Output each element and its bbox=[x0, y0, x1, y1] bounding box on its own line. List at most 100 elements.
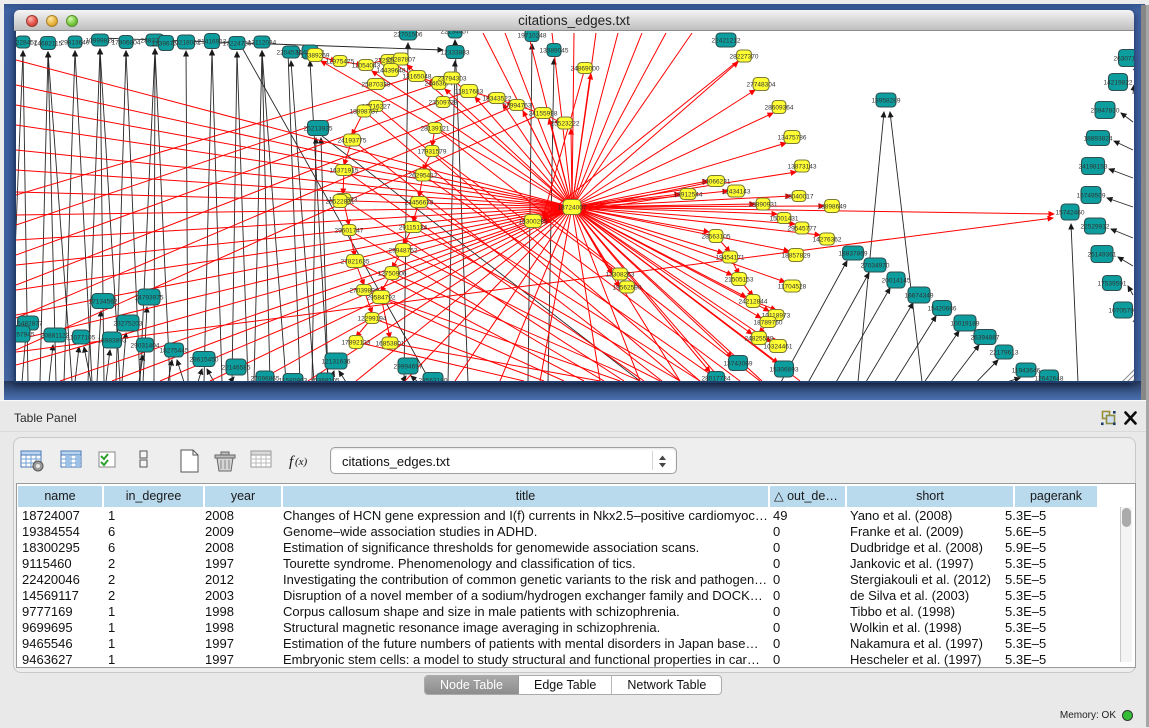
svg-text:16371915: 16371915 bbox=[330, 168, 359, 175]
svg-text:25947830: 25947830 bbox=[1091, 108, 1120, 115]
svg-text:27994763: 27994763 bbox=[503, 103, 532, 110]
svg-text:15420686: 15420686 bbox=[928, 306, 957, 313]
svg-text:18898649: 18898649 bbox=[818, 204, 847, 211]
svg-text:28040017: 28040017 bbox=[785, 194, 814, 201]
svg-text:21505153: 21505153 bbox=[725, 277, 754, 284]
svg-text:18912544: 18912544 bbox=[674, 192, 703, 199]
svg-text:16853801: 16853801 bbox=[376, 341, 405, 348]
svg-text:26295412: 26295412 bbox=[409, 173, 438, 180]
svg-text:20881122: 20881122 bbox=[41, 333, 70, 340]
svg-text:15742460: 15742460 bbox=[1056, 210, 1085, 217]
svg-text:12299194: 12299194 bbox=[358, 316, 387, 323]
svg-text:14276362: 14276362 bbox=[813, 237, 842, 244]
svg-text:17892133: 17892133 bbox=[342, 340, 371, 347]
svg-text:10705792: 10705792 bbox=[1109, 308, 1134, 315]
svg-text:18789760: 18789760 bbox=[754, 320, 783, 327]
svg-text:29948752: 29948752 bbox=[389, 248, 418, 255]
svg-text:23794303: 23794303 bbox=[438, 76, 467, 83]
svg-text:11580963: 11580963 bbox=[279, 378, 308, 382]
svg-text:13165048: 13165048 bbox=[403, 74, 432, 81]
svg-text:13112034: 13112034 bbox=[248, 40, 277, 47]
svg-text:10218062: 10218062 bbox=[172, 40, 201, 47]
svg-text:18300295: 18300295 bbox=[519, 219, 548, 226]
svg-text:18343522: 18343522 bbox=[483, 96, 512, 103]
svg-text:23456679: 23456679 bbox=[405, 200, 434, 207]
svg-text:22529912: 22529912 bbox=[1081, 224, 1110, 231]
svg-text:11077105: 11077105 bbox=[67, 335, 96, 342]
svg-text:25523222: 25523222 bbox=[551, 121, 580, 128]
svg-text:29031404: 29031404 bbox=[131, 343, 160, 350]
svg-text:12434143: 12434143 bbox=[722, 189, 751, 196]
svg-text:14793975: 14793975 bbox=[135, 295, 164, 302]
svg-text:28609364: 28609364 bbox=[765, 105, 794, 112]
svg-text:27096865: 27096865 bbox=[251, 376, 280, 382]
svg-text:12750906: 12750906 bbox=[378, 271, 407, 278]
svg-text:25870338: 25870338 bbox=[362, 82, 391, 89]
svg-text:22179613: 22179613 bbox=[990, 350, 1019, 357]
svg-text:16749509: 16749509 bbox=[1077, 193, 1106, 200]
svg-text:28563180: 28563180 bbox=[419, 378, 448, 382]
svg-text:18898737: 18898737 bbox=[350, 109, 379, 116]
svg-text:18958289: 18958289 bbox=[872, 98, 901, 105]
svg-text:22146585: 22146585 bbox=[222, 365, 251, 372]
svg-text:22134457: 22134457 bbox=[441, 31, 470, 36]
svg-text:18983893: 18983893 bbox=[98, 338, 127, 345]
svg-text:29615450: 29615450 bbox=[190, 357, 219, 364]
svg-text:24193775: 24193775 bbox=[338, 138, 367, 145]
svg-text:15001431: 15001431 bbox=[770, 216, 799, 223]
svg-text:26287807: 26287807 bbox=[387, 57, 416, 64]
svg-text:12333883: 12333883 bbox=[441, 50, 470, 57]
svg-text:17134562: 17134562 bbox=[89, 299, 118, 306]
svg-text:22701506: 22701506 bbox=[394, 32, 423, 39]
svg-text:18857829: 18857829 bbox=[782, 253, 811, 260]
svg-text:29994697: 29994697 bbox=[394, 364, 423, 371]
svg-text:14682115: 14682115 bbox=[34, 41, 63, 48]
svg-text:29584792: 29584792 bbox=[367, 295, 396, 302]
svg-text:11975475: 11975475 bbox=[326, 59, 355, 66]
svg-text:27821635: 27821635 bbox=[341, 259, 370, 266]
svg-text:20066231: 20066231 bbox=[702, 179, 731, 186]
svg-text:20522831: 20522831 bbox=[326, 199, 355, 206]
svg-text:13389045: 13389045 bbox=[540, 48, 569, 55]
svg-text:28139121: 28139121 bbox=[421, 126, 450, 133]
svg-text:19562590: 19562590 bbox=[613, 285, 642, 292]
svg-text:19057945: 19057945 bbox=[16, 332, 35, 339]
svg-text:26394887: 26394887 bbox=[971, 335, 1000, 342]
svg-text:12642648: 12642648 bbox=[1035, 376, 1064, 382]
svg-text:23275203: 23275203 bbox=[114, 321, 143, 328]
svg-text:(x): (x) bbox=[295, 456, 308, 468]
svg-text:28017734: 28017734 bbox=[702, 376, 731, 382]
svg-text:17931579: 17931579 bbox=[418, 149, 447, 156]
svg-text:24212844: 24212844 bbox=[739, 299, 768, 306]
svg-text:24198153: 24198153 bbox=[1079, 164, 1108, 171]
svg-text:12131636: 12131636 bbox=[322, 359, 351, 366]
svg-text:10019189: 10019189 bbox=[951, 321, 980, 328]
svg-text:17806804: 17806804 bbox=[112, 40, 141, 47]
svg-text:13873143: 13873143 bbox=[788, 164, 817, 171]
svg-text:28227370: 28227370 bbox=[730, 54, 759, 61]
svg-text:19454171: 19454171 bbox=[716, 255, 745, 262]
svg-text:20014145: 20014145 bbox=[882, 278, 911, 285]
svg-text:11943646: 11943646 bbox=[1012, 368, 1041, 375]
svg-text:16674349: 16674349 bbox=[905, 293, 934, 300]
svg-text:14219822: 14219822 bbox=[1104, 80, 1133, 87]
svg-text:26307133: 26307133 bbox=[1114, 56, 1134, 63]
svg-text:11704528: 11704528 bbox=[778, 284, 807, 291]
svg-text:23509728: 23509728 bbox=[429, 100, 458, 107]
svg-text:17539591: 17539591 bbox=[1098, 281, 1127, 288]
svg-text:27034970: 27034970 bbox=[861, 263, 890, 270]
svg-text:24155998: 24155998 bbox=[529, 111, 558, 118]
svg-text:18837869: 18837869 bbox=[839, 251, 868, 258]
svg-text:29601747: 29601747 bbox=[335, 228, 364, 235]
svg-text:15306893: 15306893 bbox=[770, 367, 799, 374]
svg-text:19710248: 19710248 bbox=[518, 33, 547, 40]
svg-text:18724007: 18724007 bbox=[558, 205, 587, 212]
svg-text:29545777: 29545777 bbox=[788, 226, 817, 233]
svg-text:13743069: 13743069 bbox=[724, 361, 753, 368]
svg-text:13475786: 13475786 bbox=[778, 135, 807, 142]
svg-text:18893824: 18893824 bbox=[1084, 136, 1113, 143]
svg-text:14439648: 14439648 bbox=[377, 68, 406, 75]
svg-text:25149361: 25149361 bbox=[1088, 252, 1117, 259]
svg-text:29115134: 29115134 bbox=[399, 225, 428, 232]
svg-text:12308253: 12308253 bbox=[606, 272, 635, 279]
